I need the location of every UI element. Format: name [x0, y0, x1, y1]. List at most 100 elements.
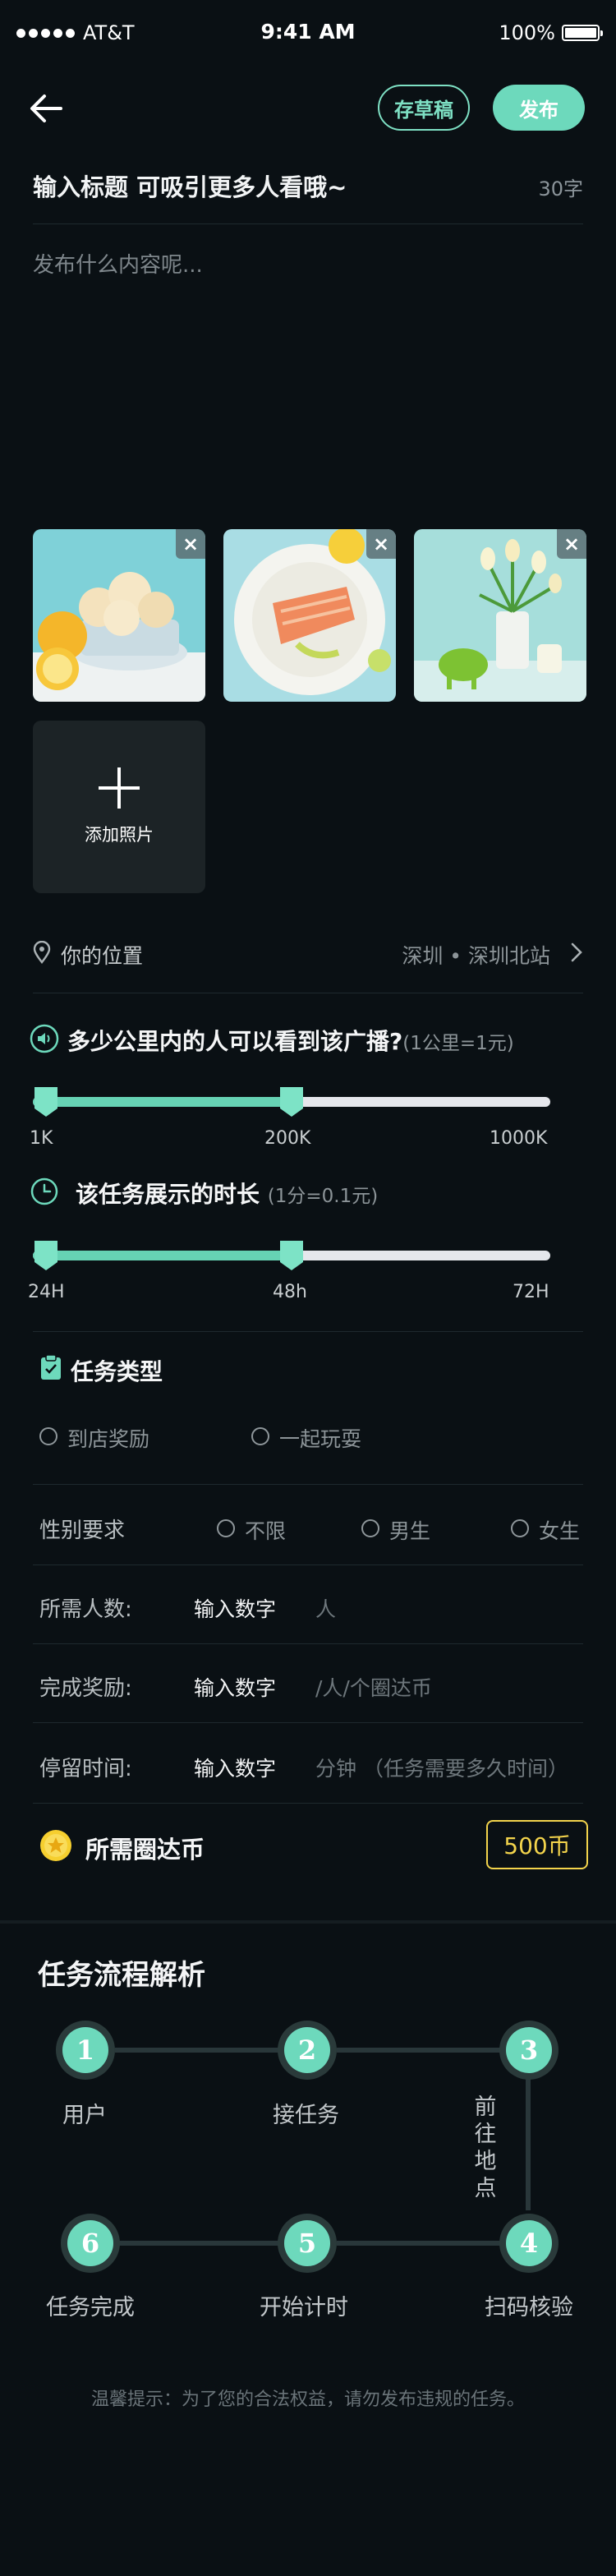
- photo-thumbnail-2[interactable]: ×: [223, 529, 396, 702]
- divider: [33, 1803, 583, 1804]
- back-arrow-icon[interactable]: [28, 92, 64, 125]
- step-number: 2: [284, 2027, 330, 2073]
- remove-photo-button[interactable]: ×: [176, 529, 205, 559]
- warning-tip: 温馨提示：为了您的合法权益，请勿发布违规的任务。: [90, 2389, 525, 2410]
- flow-step-5: 5: [278, 2214, 337, 2273]
- flow-step-4: 4: [499, 2214, 559, 2273]
- step-number: 1: [62, 2027, 108, 2073]
- remove-photo-button[interactable]: ×: [557, 529, 586, 559]
- option-store-reward-label[interactable]: 到店奖励: [67, 1423, 149, 1453]
- step-number: 6: [67, 2220, 113, 2266]
- slider-handle-max[interactable]: [278, 1241, 305, 1270]
- step-number: 4: [506, 2220, 552, 2266]
- slider-tick-min: 1K: [30, 1128, 53, 1149]
- people-input[interactable]: 输入数字: [194, 1593, 276, 1623]
- title-char-counter: 30字: [538, 177, 583, 200]
- reward-label: 完成奖励:: [39, 1676, 132, 1701]
- coins-required-label: 所需圈达币: [85, 1836, 205, 1864]
- flow-step-3: 3: [499, 2021, 559, 2080]
- photo-thumbnail-3[interactable]: ×: [414, 529, 586, 702]
- slider-tick-max: 72H: [513, 1282, 549, 1302]
- battery-icon: [562, 25, 603, 41]
- radio-gender-any[interactable]: [217, 1519, 235, 1537]
- divider: [33, 1331, 583, 1332]
- step-number: 3: [506, 2027, 552, 2073]
- people-label: 所需人数:: [39, 1597, 132, 1622]
- divider: [33, 1484, 583, 1485]
- slider-tick-mid: 48h: [273, 1282, 307, 1302]
- radio-gender-female[interactable]: [511, 1519, 529, 1537]
- broadcast-range-slider[interactable]: [33, 1087, 550, 1117]
- duration-slider[interactable]: [33, 1241, 550, 1270]
- slider-handle-min[interactable]: [33, 1241, 59, 1270]
- duration-title-text: 该任务展示的时长: [76, 1181, 260, 1208]
- content-textarea[interactable]: 发布什么内容呢...: [33, 248, 203, 279]
- flow-step-1-label: 用户: [62, 2103, 107, 2128]
- broadcast-note: (1公里=1元): [402, 1033, 514, 1054]
- broadcast-title-text: 多少公里内的人可以看到该广播?: [67, 1028, 403, 1055]
- gender-male-label[interactable]: 男生: [389, 1515, 430, 1545]
- slider-tick-min: 24H: [28, 1282, 65, 1302]
- flow-step-1: 1: [56, 2021, 115, 2080]
- duration-title: 该任务展示的时长 (1分=0.1元): [76, 1177, 378, 1210]
- battery-group: 100%: [499, 21, 603, 44]
- flow-step-3-label: 前往地点: [474, 2094, 497, 2201]
- clipboard-icon: [39, 1354, 62, 1380]
- add-photo-button[interactable]: 添加照片: [33, 721, 205, 893]
- flow-title: 任务流程解析: [38, 1959, 205, 1992]
- slider-fill: [33, 1251, 292, 1260]
- divider: [33, 1722, 583, 1723]
- stay-label: 停留时间:: [39, 1757, 132, 1781]
- title-input[interactable]: 输入标题 可吸引更多人看哦~: [33, 168, 347, 203]
- broadcast-range-title: 多少公里内的人可以看到该广播?(1公里=1元): [67, 1024, 514, 1057]
- location-value[interactable]: 深圳 • 深圳北站: [402, 940, 550, 970]
- flow-connector: [115, 2241, 279, 2246]
- flow-step-5-label: 开始计时: [260, 2295, 348, 2320]
- save-draft-button[interactable]: 存草稿: [378, 85, 470, 131]
- step-number: 5: [284, 2220, 330, 2266]
- flow-connector: [526, 2079, 531, 2210]
- gender-any-label[interactable]: 不限: [245, 1515, 286, 1545]
- chevron-right-icon[interactable]: [570, 942, 583, 963]
- flow-connector: [115, 2048, 279, 2053]
- divider: [33, 1643, 583, 1644]
- section-separator: [0, 1920, 616, 1924]
- flow-connector: [337, 2048, 501, 2053]
- flow-step-6-label: 任务完成: [46, 2295, 135, 2320]
- coins-required-value: 500币: [486, 1820, 588, 1869]
- stay-input[interactable]: 输入数字: [194, 1753, 276, 1782]
- battery-percent: 100%: [499, 21, 555, 44]
- slider-fill: [33, 1097, 292, 1107]
- reward-unit: /人/个圈达币: [315, 1676, 432, 1700]
- flow-step-6: 6: [61, 2214, 120, 2273]
- coin-icon: [39, 1829, 72, 1862]
- flow-step-4-label: 扫码核验: [485, 2295, 573, 2320]
- radio-gender-male[interactable]: [361, 1519, 379, 1537]
- speaker-icon: [30, 1024, 59, 1053]
- radio-play-together[interactable]: [251, 1427, 269, 1445]
- status-bar: AT&T 9:41 AM 100%: [0, 0, 616, 66]
- add-photo-label: 添加照片: [85, 825, 154, 845]
- divider: [33, 223, 583, 224]
- flow-step-2-label: 接任务: [273, 2103, 339, 2128]
- plus-icon: [99, 767, 140, 809]
- radio-store-reward[interactable]: [39, 1427, 57, 1445]
- slider-handle-max[interactable]: [278, 1087, 305, 1117]
- slider-tick-max: 1000K: [490, 1128, 548, 1149]
- divider: [33, 1564, 583, 1565]
- location-label: 你的位置: [61, 944, 144, 968]
- clock-icon: [30, 1177, 59, 1206]
- photo-thumbnail-1[interactable]: ×: [33, 529, 205, 702]
- location-pin-icon: [33, 940, 51, 964]
- slider-handle-min[interactable]: [33, 1087, 59, 1117]
- option-play-together-label[interactable]: 一起玩耍: [279, 1423, 361, 1453]
- slider-tick-mid: 200K: [264, 1128, 311, 1149]
- reward-input[interactable]: 输入数字: [194, 1672, 276, 1702]
- publish-button[interactable]: 发布: [493, 85, 585, 131]
- flow-step-2: 2: [278, 2021, 337, 2080]
- stay-unit: 分钟 （任务需要多久时间）: [315, 1757, 568, 1781]
- people-unit: 人: [315, 1597, 337, 1621]
- remove-photo-button[interactable]: ×: [366, 529, 396, 559]
- gender-female-label[interactable]: 女生: [539, 1515, 580, 1545]
- task-type-title: 任务类型: [71, 1358, 163, 1385]
